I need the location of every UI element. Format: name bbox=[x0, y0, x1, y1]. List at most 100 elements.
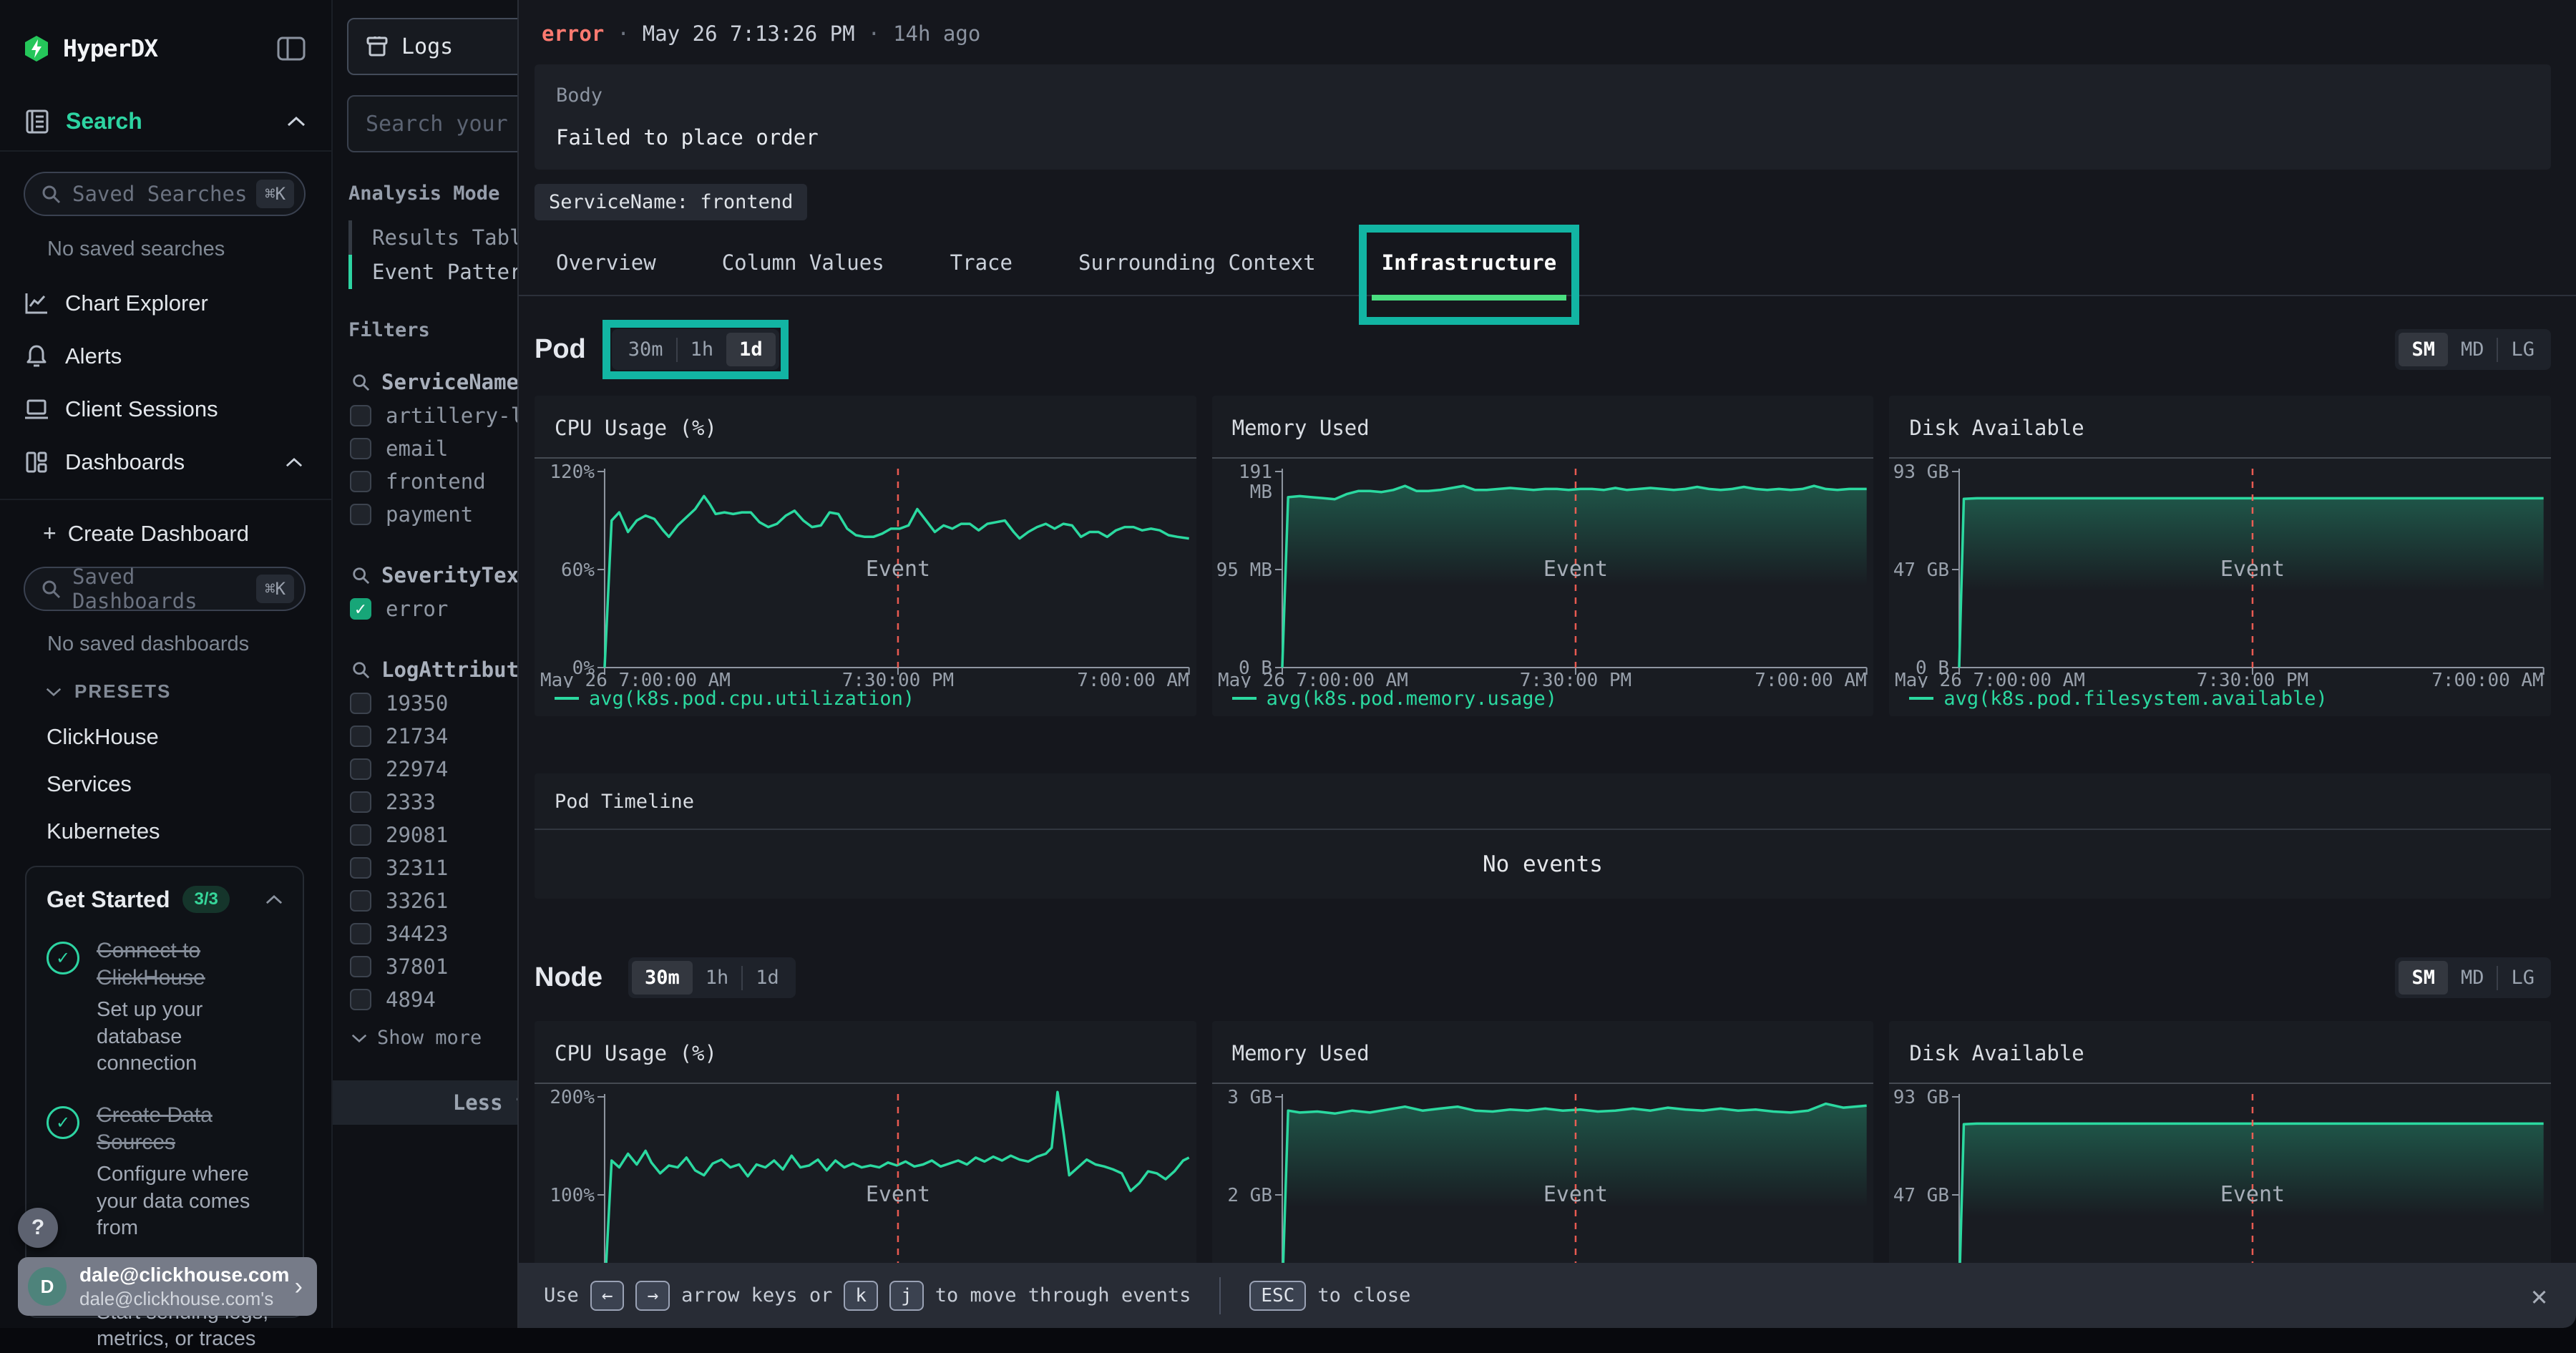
svg-text:191MB: 191MB bbox=[1239, 461, 1272, 503]
size-lg[interactable]: LG bbox=[2498, 333, 2547, 366]
esc-key: ESC bbox=[1249, 1281, 1306, 1311]
filter-value: 37801 bbox=[386, 954, 448, 979]
checkbox[interactable] bbox=[350, 758, 371, 780]
svg-text:93 GB: 93 GB bbox=[1893, 461, 1949, 483]
svg-text:7:30:00 PM: 7:30:00 PM bbox=[842, 670, 954, 688]
tab-label: Infrastructure bbox=[1382, 250, 1556, 275]
range-30m[interactable]: 30m bbox=[632, 961, 693, 995]
checkbox[interactable] bbox=[350, 824, 371, 846]
chart-title: Disk Available bbox=[1889, 1021, 2551, 1084]
sidebar-item-clickhouse[interactable]: ClickHouse bbox=[0, 703, 331, 750]
checkbox[interactable] bbox=[350, 726, 371, 747]
size-md[interactable]: MD bbox=[2448, 961, 2497, 995]
size-sm[interactable]: SM bbox=[2399, 333, 2448, 366]
svg-text:May 26 7:00:00 AM: May 26 7:00:00 AM bbox=[540, 670, 731, 688]
svg-text:Event: Event bbox=[2220, 1182, 2285, 1207]
collapse-sidebar-icon[interactable] bbox=[277, 36, 306, 61]
checkbox[interactable] bbox=[350, 438, 371, 459]
checkbox[interactable] bbox=[350, 956, 371, 977]
plus-icon: + bbox=[43, 520, 57, 547]
pod-memory-line-chart: 191MB95 MB0 BMay 26 7:00:00 AM7:30:00 PM… bbox=[1212, 459, 1874, 688]
saved-dashboards-input[interactable]: Saved Dashboards ⌘K bbox=[24, 567, 306, 611]
sidebar-item-search[interactable]: Search bbox=[0, 62, 331, 152]
svg-text:95 MB: 95 MB bbox=[1216, 560, 1272, 581]
sidebar-item-chart-explorer[interactable]: Chart Explorer bbox=[0, 280, 331, 327]
dashboards-icon bbox=[25, 451, 48, 474]
checkbox[interactable] bbox=[350, 857, 371, 879]
checkbox-checked[interactable]: ✓ bbox=[350, 598, 371, 620]
hint-text: to move through events bbox=[935, 1284, 1191, 1306]
range-1h[interactable]: 1h bbox=[693, 961, 742, 995]
filter-group-name: SeverityText bbox=[381, 563, 532, 587]
svg-text:Event: Event bbox=[2220, 557, 2285, 582]
event-body-card: Body Failed to place order bbox=[535, 64, 2551, 170]
size-sm[interactable]: SM bbox=[2399, 961, 2448, 995]
size-lg[interactable]: LG bbox=[2498, 961, 2547, 995]
get-started-step[interactable]: ✓ Connect to ClickHouse Set up your data… bbox=[47, 937, 283, 1078]
chart-icon bbox=[24, 292, 49, 315]
node-section-header: Node 30m 1h 1d SM MD LG bbox=[535, 957, 2551, 998]
checkbox[interactable] bbox=[350, 471, 371, 492]
pod-size-control: SM MD LG bbox=[2395, 329, 2551, 370]
chevron-up-icon[interactable] bbox=[265, 895, 283, 904]
create-dashboard-button[interactable]: + Create Dashboard bbox=[0, 500, 331, 547]
filter-value: 33261 bbox=[386, 889, 448, 913]
checkbox[interactable] bbox=[350, 989, 371, 1010]
step-title: Connect to ClickHouse bbox=[97, 937, 275, 991]
range-1h[interactable]: 1h bbox=[678, 333, 727, 366]
tab-trace[interactable]: Trace bbox=[950, 250, 1013, 275]
range-1d[interactable]: 1d bbox=[726, 333, 776, 366]
svg-text:7:00:00 AM: 7:00:00 AM bbox=[1755, 670, 1866, 688]
tab-surrounding-context[interactable]: Surrounding Context bbox=[1078, 250, 1316, 275]
tab-overview[interactable]: Overview bbox=[556, 250, 656, 275]
checkbox[interactable] bbox=[350, 923, 371, 944]
svg-text:May 26 7:00:00 AM: May 26 7:00:00 AM bbox=[1218, 670, 1408, 688]
check-circle-icon: ✓ bbox=[47, 1106, 79, 1139]
service-tag-chip[interactable]: ServiceName: frontend bbox=[535, 184, 807, 220]
search-icon bbox=[41, 579, 61, 599]
user-account-button[interactable]: D dale@clickhouse.com dale@clickhouse.co… bbox=[18, 1257, 317, 1316]
legend-label: avg(k8s.pod.filesystem.available) bbox=[1943, 688, 2327, 710]
get-started-panel: Get Started 3/3 ✓ Connect to ClickHouse … bbox=[25, 866, 304, 1318]
node-size-control: SM MD LG bbox=[2395, 957, 2551, 998]
sidebar-item-kubernetes[interactable]: Kubernetes bbox=[0, 797, 331, 844]
size-md[interactable]: MD bbox=[2448, 333, 2497, 366]
close-icon[interactable]: ✕ bbox=[2531, 1280, 2547, 1312]
legend-swatch bbox=[1232, 697, 1257, 700]
get-started-step[interactable]: ✓ Create Data Sources Configure where yo… bbox=[47, 1102, 283, 1242]
get-started-progress-badge: 3/3 bbox=[182, 886, 229, 913]
sidebar-item-alerts[interactable]: Alerts bbox=[0, 333, 331, 380]
range-1d[interactable]: 1d bbox=[743, 961, 792, 995]
source-select-value: Logs bbox=[401, 34, 453, 59]
checkbox[interactable] bbox=[350, 791, 371, 813]
chart-legend: avg(k8s.pod.filesystem.available) bbox=[1889, 688, 2551, 716]
checkbox[interactable] bbox=[350, 890, 371, 912]
checkbox[interactable] bbox=[350, 405, 371, 426]
svg-text:Event: Event bbox=[1543, 1182, 1607, 1207]
arrow-right-key: → bbox=[635, 1281, 670, 1311]
range-30m[interactable]: 30m bbox=[615, 333, 676, 366]
chevron-down-icon bbox=[351, 1034, 367, 1042]
presets-toggle[interactable]: PRESETS bbox=[0, 656, 331, 703]
annotation-box-infrastructure bbox=[1359, 225, 1579, 325]
svg-text:60%: 60% bbox=[561, 560, 595, 581]
saved-searches-input[interactable]: Saved Searches ⌘K bbox=[24, 172, 306, 216]
pod-title: Pod bbox=[535, 334, 586, 365]
help-button[interactable]: ? bbox=[18, 1208, 58, 1248]
filter-value: 19350 bbox=[386, 691, 448, 715]
legend-label: avg(k8s.pod.memory.usage) bbox=[1267, 688, 1557, 710]
presets-label: PRESETS bbox=[74, 680, 171, 703]
checkbox[interactable] bbox=[350, 504, 371, 525]
tab-column-values[interactable]: Column Values bbox=[722, 250, 884, 275]
svg-text:7:00:00 AM: 7:00:00 AM bbox=[1077, 670, 1189, 688]
sidebar-item-label: Dashboards bbox=[65, 449, 286, 475]
severity-badge: error bbox=[542, 21, 604, 46]
legend-label: avg(k8s.pod.cpu.utilization) bbox=[589, 688, 914, 710]
svg-text:93 GB: 93 GB bbox=[1893, 1087, 1949, 1108]
svg-text:100%: 100% bbox=[550, 1185, 595, 1206]
sidebar-item-client-sessions[interactable]: Client Sessions bbox=[0, 386, 331, 433]
sidebar-item-services[interactable]: Services bbox=[0, 750, 331, 797]
tab-infrastructure[interactable]: Infrastructure bbox=[1382, 250, 1556, 275]
checkbox[interactable] bbox=[350, 693, 371, 714]
sidebar-item-dashboards[interactable]: Dashboards bbox=[0, 439, 331, 486]
